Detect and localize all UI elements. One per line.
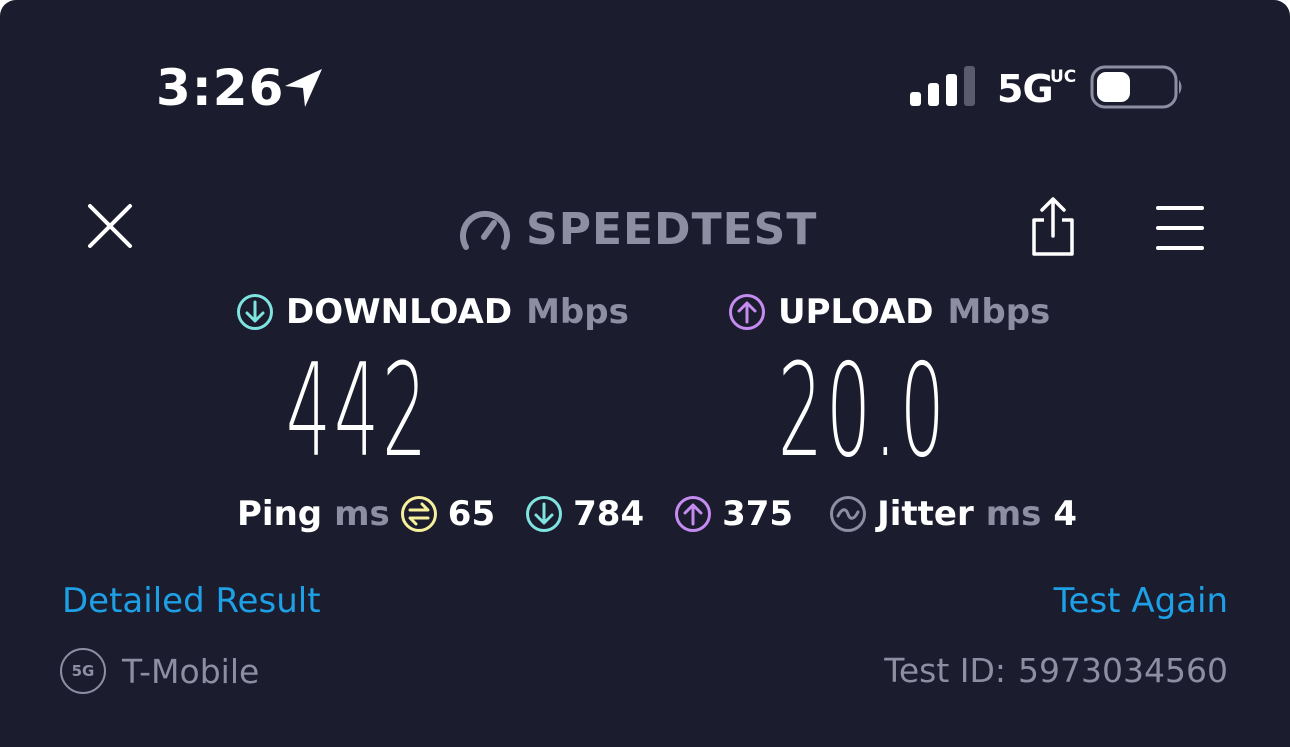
logo-text: SPEEDTEST (526, 203, 818, 255)
network-subtype-label: UC (1050, 67, 1077, 87)
speedtest-results-screen: 3:26 5G UC SPEEDTEST DOWNLOAD Mbps 442 U… (0, 0, 1290, 747)
battery-icon (1090, 65, 1182, 109)
location-arrow-icon (285, 69, 322, 107)
test-id-value: 5973034560 (1018, 651, 1228, 690)
jitter-value: 4 (1053, 494, 1078, 534)
download-header: DOWNLOAD Mbps (236, 288, 629, 336)
latency-stats-row: Ping ms 65 784 375 Jitter ms 4 (237, 490, 1077, 538)
speedtest-logo: SPEEDTEST (458, 202, 817, 256)
ping-download-icon (525, 495, 563, 533)
signal-strength-icon (910, 66, 975, 106)
download-label: DOWNLOAD (286, 292, 513, 332)
upload-value: 20.0 (778, 337, 948, 486)
carrier-name: T-Mobile (122, 651, 260, 691)
test-id-label: Test ID: (884, 651, 1007, 690)
ping-idle-value: 65 (447, 494, 496, 534)
upload-unit: Mbps (947, 292, 1051, 332)
ping-unit: ms (334, 494, 390, 534)
ping-upload-value: 375 (722, 494, 794, 534)
close-icon[interactable] (82, 198, 138, 254)
test-id: Test ID: 5973034560 (884, 648, 1228, 694)
jitter-label: Jitter (877, 494, 974, 534)
jitter-unit: ms (985, 494, 1042, 534)
carrier-info: 5G T-Mobile (60, 648, 259, 694)
gauge-icon (460, 210, 510, 250)
ping-download-value: 784 (573, 494, 645, 534)
download-value: 442 (286, 337, 431, 486)
detailed-result-link[interactable]: Detailed Result (62, 578, 321, 624)
download-arrow-icon (236, 293, 274, 331)
ping-idle-icon (400, 495, 438, 533)
network-type-label: 5G (997, 67, 1054, 111)
upload-header: UPLOAD Mbps (728, 288, 1050, 336)
share-icon[interactable] (1024, 196, 1082, 258)
upload-arrow-icon (728, 293, 766, 331)
menu-icon[interactable] (1154, 202, 1206, 254)
test-again-link[interactable]: Test Again (1054, 578, 1228, 624)
ping-upload-icon (674, 495, 712, 533)
carrier-5g-badge-icon: 5G (60, 648, 106, 694)
jitter-icon (829, 495, 867, 533)
ping-label: Ping (237, 494, 323, 534)
upload-label: UPLOAD (778, 292, 934, 332)
download-unit: Mbps (526, 292, 629, 332)
status-time: 3:26 (156, 59, 285, 117)
